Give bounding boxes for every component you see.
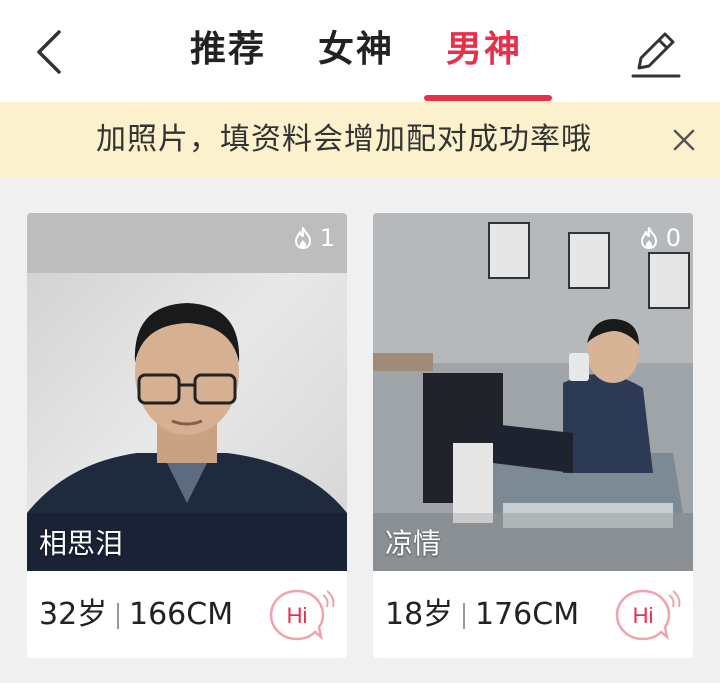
hi-label: Hi	[633, 603, 654, 628]
heat-count: 1	[319, 224, 335, 252]
top-bar: 推荐 女神 男神	[0, 0, 720, 102]
profile-card[interactable]: 0 凉情 18岁 176CM Hi	[373, 213, 693, 658]
nickname: 相思泪	[39, 527, 124, 560]
tab-bar: 推荐 女神 男神	[168, 0, 568, 102]
card-info: 32岁 166CM Hi	[27, 571, 347, 658]
heat-indicator: 1	[292, 223, 335, 253]
say-hi-button[interactable]: Hi	[613, 585, 681, 645]
divider	[117, 603, 119, 629]
close-icon	[673, 129, 695, 151]
say-hi-button[interactable]: Hi	[267, 585, 335, 645]
back-button[interactable]	[20, 22, 76, 82]
nickname: 凉情	[385, 527, 442, 560]
tip-text: 加照片，填资料会增加配对成功率哦	[96, 122, 592, 157]
height: 176CM	[475, 597, 580, 632]
active-tab-indicator	[424, 95, 552, 101]
divider	[463, 603, 465, 629]
tip-banner: 加照片，填资料会增加配对成功率哦	[0, 102, 720, 178]
age: 18岁	[385, 597, 454, 632]
pencil-icon	[631, 32, 681, 78]
profile-card[interactable]: 1 相思泪 32岁 166CM Hi	[27, 213, 347, 658]
hi-bubble-icon: Hi	[269, 589, 335, 641]
banner-close-button[interactable]	[664, 120, 704, 160]
chevron-left-icon	[37, 30, 61, 74]
tab-male-god[interactable]: 男神	[446, 28, 522, 72]
heat-count: 0	[665, 224, 681, 252]
hi-bubble-icon: Hi	[615, 589, 681, 641]
flame-icon	[294, 227, 311, 249]
heat-indicator: 0	[638, 223, 681, 253]
edit-button[interactable]	[626, 22, 686, 84]
flame-icon	[640, 227, 657, 249]
profile-photo: 0 凉情	[373, 213, 693, 571]
tab-goddess[interactable]: 女神	[318, 28, 394, 72]
age: 32岁	[39, 597, 108, 632]
card-info: 18岁 176CM Hi	[373, 571, 693, 658]
tab-recommend[interactable]: 推荐	[190, 28, 266, 72]
height: 166CM	[129, 597, 234, 632]
hi-label: Hi	[287, 603, 308, 628]
profile-photo: 1 相思泪	[27, 213, 347, 571]
